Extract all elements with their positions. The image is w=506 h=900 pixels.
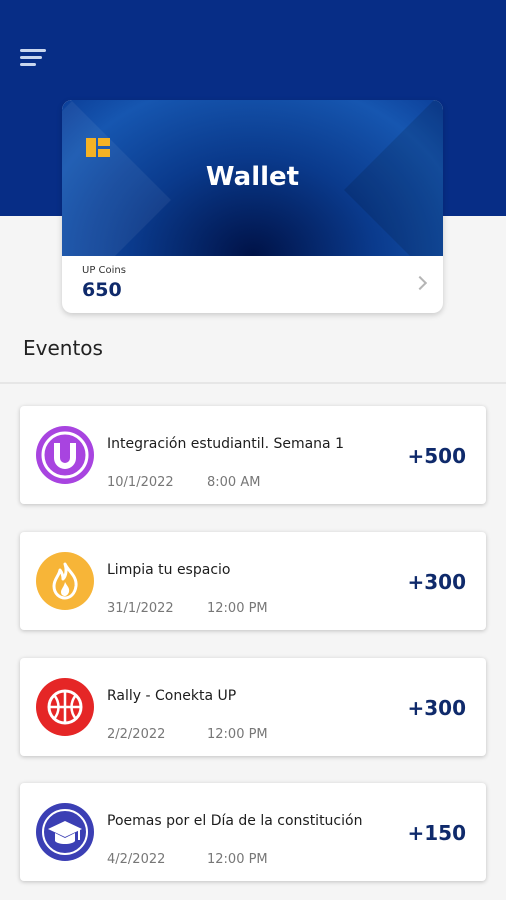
flame-icon — [36, 552, 94, 610]
card-chip-icon — [86, 138, 110, 158]
event-date: 2/2/2022 — [107, 727, 166, 742]
event-card[interactable]: Poemas por el Día de la constitución 4/2… — [20, 783, 486, 881]
divider — [0, 382, 506, 384]
event-time: 12:00 PM — [207, 601, 268, 616]
wallet-banner: Wallet — [62, 100, 443, 256]
event-time: 12:00 PM — [207, 727, 268, 742]
event-date: 10/1/2022 — [107, 475, 174, 490]
event-name: Integración estudiantil. Semana 1 — [107, 436, 344, 452]
event-date: 4/2/2022 — [107, 852, 166, 867]
wallet-title: Wallet — [205, 162, 300, 192]
u-logo-icon — [36, 426, 94, 484]
event-date: 31/1/2022 — [107, 601, 174, 616]
event-time: 12:00 PM — [207, 852, 268, 867]
event-name: Poemas por el Día de la constitución — [107, 813, 363, 829]
event-card[interactable]: Limpia tu espacio 31/1/2022 12:00 PM +30… — [20, 532, 486, 630]
event-time: 8:00 AM — [207, 475, 261, 490]
coins-label: UP Coins — [82, 265, 126, 276]
basketball-icon — [36, 678, 94, 736]
wallet-card[interactable]: Wallet UP Coins 650 — [62, 100, 443, 313]
event-points: +150 — [407, 821, 466, 845]
menu-icon[interactable] — [20, 44, 50, 70]
graduation-cap-icon — [36, 803, 94, 861]
wallet-footer: UP Coins 650 — [62, 256, 443, 313]
event-name: Rally - Conekta UP — [107, 688, 237, 704]
event-points: +500 — [407, 444, 466, 468]
event-name: Limpia tu espacio — [107, 562, 231, 578]
event-points: +300 — [407, 570, 466, 594]
event-card[interactable]: Integración estudiantil. Semana 1 10/1/2… — [20, 406, 486, 504]
event-points: +300 — [407, 696, 466, 720]
section-title: Eventos — [23, 336, 103, 360]
coins-value: 650 — [82, 279, 122, 301]
event-card[interactable]: Rally - Conekta UP 2/2/2022 12:00 PM +30… — [20, 658, 486, 756]
